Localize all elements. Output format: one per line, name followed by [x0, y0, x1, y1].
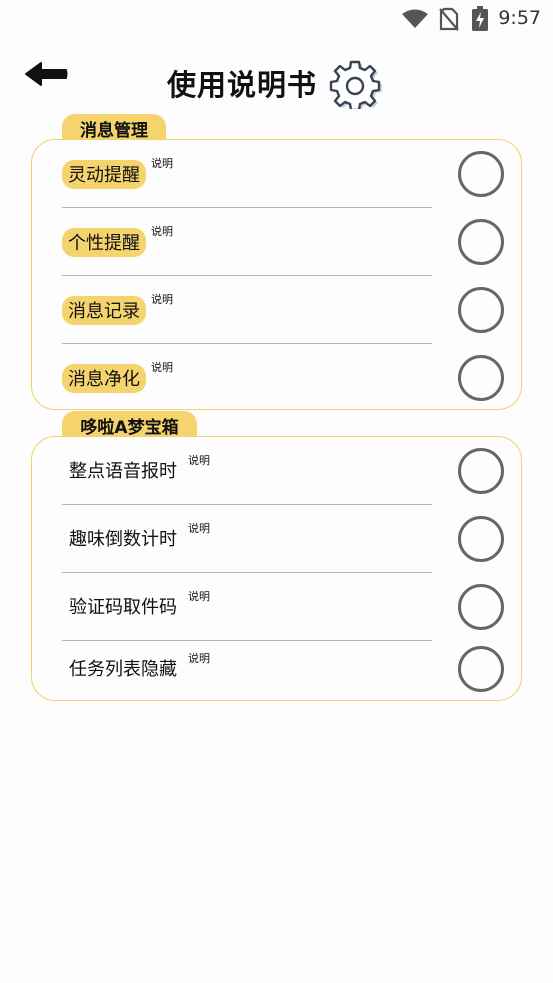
gear-icon [329, 60, 382, 109]
list-item: 任务列表隐藏 说明 [62, 635, 504, 703]
section-tab-message-management: 消息管理 [62, 114, 166, 141]
status-time: 9:57 [498, 7, 541, 29]
battery-charging-icon [472, 6, 488, 31]
note-link[interactable]: 说明 [151, 359, 173, 375]
toggle-circle[interactable] [458, 219, 504, 265]
item-label: 灵动提醒 [62, 160, 146, 189]
toggle-circle[interactable] [458, 646, 504, 692]
section-tab-doraemon-treasure-box: 哆啦A梦宝箱 [62, 411, 197, 438]
list-item: 个性提醒 说明 [62, 208, 504, 276]
note-link[interactable]: 说明 [188, 452, 210, 468]
list-item: 验证码取件码 说明 [62, 573, 504, 641]
toggle-circle[interactable] [458, 287, 504, 333]
toggle-circle[interactable] [458, 355, 504, 401]
no-sim-icon [439, 7, 459, 31]
note-link[interactable]: 说明 [188, 588, 210, 604]
list-item: 消息记录 说明 [62, 276, 504, 344]
item-label: 整点语音报时 [69, 461, 177, 482]
toggle-circle[interactable] [458, 151, 504, 197]
note-link[interactable]: 说明 [151, 223, 173, 239]
note-link[interactable]: 说明 [188, 650, 210, 666]
item-label: 趣味倒数计时 [69, 529, 177, 550]
list-item: 消息净化 说明 [62, 344, 504, 412]
wifi-icon [402, 9, 428, 28]
item-label: 任务列表隐藏 [69, 659, 177, 680]
list-item: 整点语音报时 说明 [62, 437, 504, 505]
item-label: 个性提醒 [62, 228, 146, 257]
section-card-message-management: 灵动提醒 说明 个性提醒 说明 消息记录 说明 消息净化 说明 [31, 139, 522, 410]
list-item: 灵动提醒 说明 [62, 140, 504, 208]
toggle-circle[interactable] [458, 584, 504, 630]
page-title: 使用说明书 [167, 68, 318, 102]
note-link[interactable]: 说明 [151, 291, 173, 307]
list-item: 趣味倒数计时 说明 [62, 505, 504, 573]
status-bar: 9:57 [0, 0, 553, 38]
section-card-doraemon-treasure-box: 整点语音报时 说明 趣味倒数计时 说明 验证码取件码 说明 任务列表隐藏 说明 [31, 436, 522, 701]
item-label: 消息记录 [62, 296, 146, 325]
item-label: 验证码取件码 [69, 597, 177, 618]
arrow-left-icon [25, 62, 68, 86]
toggle-circle[interactable] [458, 448, 504, 494]
back-button[interactable] [22, 58, 70, 92]
item-label: 消息净化 [62, 364, 146, 393]
note-link[interactable]: 说明 [188, 520, 210, 536]
toggle-circle[interactable] [458, 516, 504, 562]
note-link[interactable]: 说明 [151, 155, 173, 171]
